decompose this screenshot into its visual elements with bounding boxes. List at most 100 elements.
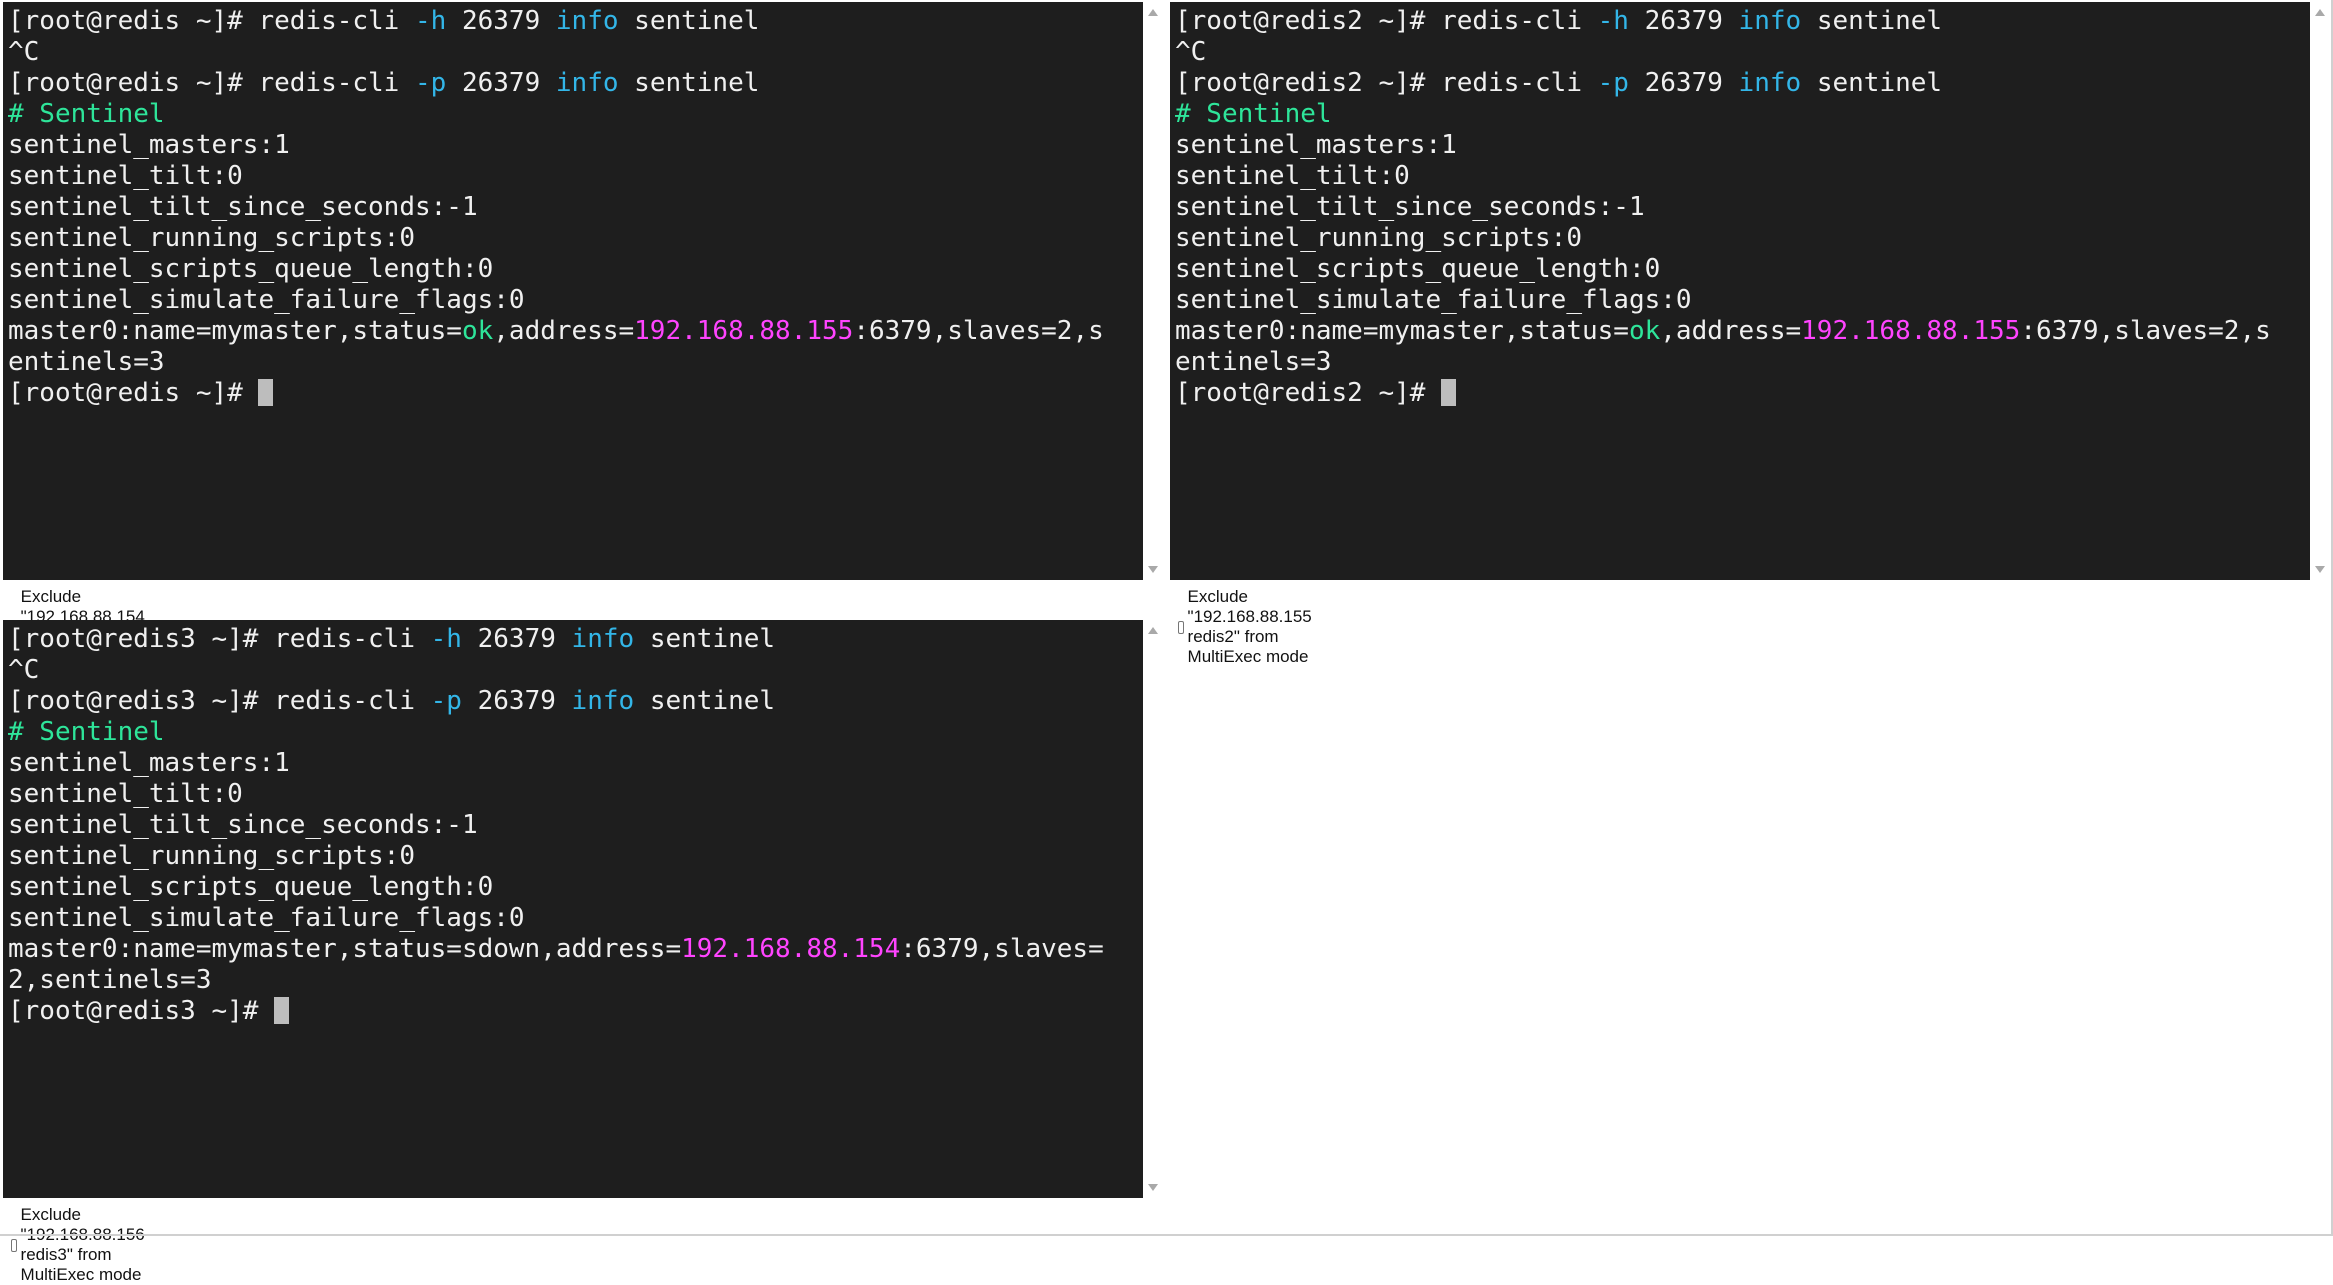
command-keyword: info <box>1738 68 1802 98</box>
terminal-line: sentinel_running_scripts:0 <box>1175 223 1582 253</box>
command-flag: -p <box>415 68 447 98</box>
command-keyword: info <box>555 6 619 36</box>
shell-prompt: [root@redis ~]# <box>8 68 259 98</box>
command-arg: 26379 <box>446 68 556 98</box>
terminal-line: sentinel_tilt:0 <box>8 779 243 809</box>
terminal-line: sentinel_scripts_queue_length:0 <box>8 872 494 902</box>
master-info-text: :6379,slaves= <box>900 934 1104 964</box>
terminal-line: ^C <box>8 37 40 67</box>
ip-address: 192.168.88.155 <box>1801 316 2021 346</box>
terminal-line: master0:name=mymaster,status=ok,address=… <box>8 316 1143 347</box>
terminal-line: sentinel_simulate_failure_flags:0 <box>8 903 525 933</box>
terminal-line: sentinel_masters:1 <box>8 130 290 160</box>
command-flag: -h <box>430 624 462 654</box>
command-text: redis-cli <box>274 686 431 716</box>
command-flag: -h <box>415 6 447 36</box>
scroll-down-arrow-icon[interactable] <box>2315 566 2325 573</box>
terminal-line: ^C <box>1175 37 1207 67</box>
terminal-line: [root@redis ~]# redis-cli -h 26379 info … <box>8 6 1143 37</box>
vertical-scrollbar[interactable] <box>1143 620 1163 1198</box>
vertical-scrollbar[interactable] <box>2310 2 2330 580</box>
shell-prompt: [root@redis ~]# <box>8 378 259 408</box>
master-info-text: master0:name=mymaster,status= <box>8 316 462 346</box>
terminal-line: sentinel_tilt_since_seconds:-1 <box>8 192 478 222</box>
master-info-text: master0:name=mymaster,status=sdown,addre… <box>8 934 682 964</box>
terminal-output[interactable]: [root@redis2 ~]# redis-cli -h 26379 info… <box>1170 2 2310 580</box>
command-arg: sentinel <box>618 6 760 36</box>
terminal-line: [root@redis3 ~]# redis-cli -h 26379 info… <box>8 624 1143 655</box>
command-arg: 26379 <box>446 6 556 36</box>
command-arg: sentinel <box>618 68 760 98</box>
shell-prompt: [root@redis2 ~]# <box>1175 378 1442 408</box>
ip-address: 192.168.88.154 <box>681 934 901 964</box>
command-keyword: info <box>555 68 619 98</box>
scroll-up-arrow-icon[interactable] <box>2315 9 2325 16</box>
exclude-checkbox[interactable] <box>1178 620 1184 634</box>
terminal-line: entinels=3 <box>1175 347 1332 377</box>
terminal-line: sentinel_scripts_queue_length:0 <box>8 254 494 284</box>
command-arg: sentinel <box>634 686 776 716</box>
terminal-line: sentinel_simulate_failure_flags:0 <box>8 285 525 315</box>
exclude-checkbox[interactable] <box>11 1238 17 1252</box>
scroll-up-arrow-icon[interactable] <box>1148 9 1158 16</box>
terminal-line: master0:name=mymaster,status=ok,address=… <box>1175 316 2310 347</box>
shell-prompt: [root@redis2 ~]# <box>1175 6 1442 36</box>
scroll-down-arrow-icon[interactable] <box>1148 1184 1158 1191</box>
shell-prompt: [root@redis3 ~]# <box>8 686 275 716</box>
command-arg: sentinel <box>634 624 776 654</box>
command-arg: 26379 <box>1628 6 1739 36</box>
terminal-line: [root@redis2 ~]# <box>1175 378 2310 409</box>
shell-prompt: [root@redis3 ~]# <box>8 996 275 1026</box>
terminal-line: sentinel_running_scripts:0 <box>8 223 415 253</box>
terminal-output[interactable]: [root@redis ~]# redis-cli -h 26379 info … <box>3 2 1143 580</box>
exclude-label: Exclude "192.168.88.155 redis2" from Mul… <box>1187 587 1312 666</box>
terminal-line: sentinel_simulate_failure_flags:0 <box>1175 285 1692 315</box>
terminal-line: sentinel_tilt_since_seconds:-1 <box>8 810 478 840</box>
terminal-line: [root@redis2 ~]# redis-cli -h 26379 info… <box>1175 6 2310 37</box>
scroll-down-arrow-icon[interactable] <box>1148 566 1158 573</box>
master-status: ok <box>1628 316 1661 346</box>
command-keyword: info <box>571 624 635 654</box>
command-text: redis-cli <box>274 624 431 654</box>
command-arg: sentinel <box>1801 68 1943 98</box>
text-cursor <box>274 997 290 1024</box>
command-arg: 26379 <box>1628 68 1739 98</box>
section-header: # Sentinel <box>8 717 165 747</box>
master-info-text: :6379,slaves=2,s <box>2020 316 2271 346</box>
command-keyword: info <box>1738 6 1802 36</box>
terminal-line: entinels=3 <box>8 347 165 377</box>
section-header: # Sentinel <box>8 99 165 129</box>
command-text: redis-cli <box>1441 6 1598 36</box>
terminal-line: sentinel_tilt_since_seconds:-1 <box>1175 192 1645 222</box>
terminal-line: [root@redis ~]# redis-cli -p 26379 info … <box>8 68 1143 99</box>
vertical-scrollbar[interactable] <box>1143 2 1163 580</box>
command-arg: 26379 <box>461 624 572 654</box>
terminal-line: sentinel_masters:1 <box>8 748 290 778</box>
shell-prompt: [root@redis2 ~]# <box>1175 68 1442 98</box>
terminal-line: sentinel_running_scripts:0 <box>8 841 415 871</box>
terminal-line: ^C <box>8 655 40 685</box>
command-flag: -p <box>430 686 462 716</box>
text-cursor <box>258 379 274 406</box>
command-arg: 26379 <box>461 686 572 716</box>
command-text: redis-cli <box>1441 68 1598 98</box>
exclude-label: Exclude "192.168.88.156 redis3" from Mul… <box>20 1205 145 1284</box>
command-flag: -h <box>1597 6 1629 36</box>
exclude-multiexec-option[interactable]: Exclude "192.168.88.155 redis2" from Mul… <box>1178 587 1319 667</box>
master-info-text: ,address= <box>1660 316 1802 346</box>
master-info-text: :6379,slaves=2,s <box>853 316 1104 346</box>
terminal-line: sentinel_tilt:0 <box>8 161 243 191</box>
ip-address: 192.168.88.155 <box>634 316 854 346</box>
exclude-multiexec-option[interactable]: Exclude "192.168.88.156 redis3" from Mul… <box>11 1205 152 1285</box>
master-info-text: master0:name=mymaster,status= <box>1175 316 1629 346</box>
terminal-line: sentinel_masters:1 <box>1175 130 1457 160</box>
shell-prompt: [root@redis3 ~]# <box>8 624 275 654</box>
terminal-line: [root@redis ~]# <box>8 378 1143 409</box>
master-status: ok <box>461 316 494 346</box>
terminal-output[interactable]: [root@redis3 ~]# redis-cli -h 26379 info… <box>3 620 1143 1198</box>
terminal-line: [root@redis2 ~]# redis-cli -p 26379 info… <box>1175 68 2310 99</box>
scroll-up-arrow-icon[interactable] <box>1148 627 1158 634</box>
shell-prompt: [root@redis ~]# <box>8 6 259 36</box>
command-flag: -p <box>1597 68 1629 98</box>
terminal-line: [root@redis3 ~]# redis-cli -p 26379 info… <box>8 686 1143 717</box>
